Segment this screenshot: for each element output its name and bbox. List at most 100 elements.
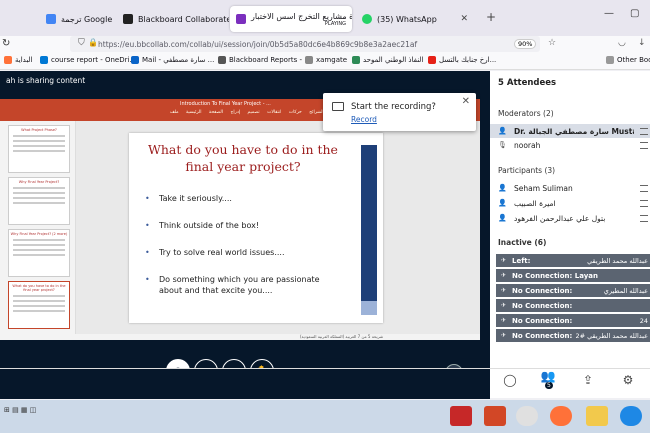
pocket-icon[interactable]: ◡	[618, 38, 626, 48]
chat-icon[interactable]: ◯	[500, 373, 520, 393]
sharing-label: ah is sharing content	[6, 76, 86, 85]
youtube-icon	[428, 56, 436, 64]
maximize-icon[interactable]: ▢	[630, 8, 639, 19]
close-icon[interactable]: ✕	[462, 96, 470, 107]
inactive-row[interactable]: ✈ No Connection: Layan	[496, 269, 650, 282]
inactive-row[interactable]: ✈ No Connection: 24	[496, 314, 650, 327]
slide-bullets: Take it seriously.... Think outside of t…	[145, 193, 345, 312]
chrome-icon[interactable]	[516, 406, 538, 426]
firefox-icon	[4, 56, 12, 64]
bookmark-item[interactable]: النفاذ الوطني الموحد	[352, 56, 423, 64]
attendee-row[interactable]: 👤 Seham Suliman	[490, 181, 650, 195]
slide-bullet: Try to solve real world issues....	[145, 247, 345, 258]
bookmark-item[interactable]: Blackboard Reports - ...	[218, 56, 311, 64]
new-tab-icon[interactable]: +	[486, 10, 496, 24]
slide-canvas: What do you have to do in the final year…	[76, 121, 480, 334]
share-content-icon[interactable]: ⇪	[578, 373, 598, 393]
disconnected-icon: ✈	[501, 257, 507, 264]
playing-label: PLAYING	[324, 20, 346, 27]
page-icon	[352, 56, 360, 64]
ppt-title: Introduction To Final Year Project - ...	[180, 101, 271, 107]
system-tray[interactable]: ⊞ ▤ ▦ ◫	[4, 406, 54, 426]
page-icon	[305, 56, 313, 64]
outlook-icon	[131, 56, 139, 64]
google-translate-icon	[46, 14, 56, 24]
slide-decor-bar	[361, 145, 377, 311]
bottom-strip: ◯ 👥 5 ⇪ ⚙	[0, 368, 650, 399]
attendees-heading: 5 Attendees	[498, 78, 557, 88]
recording-icon	[332, 102, 344, 111]
slide-decor-bar	[361, 301, 377, 315]
whatsapp-icon	[362, 14, 372, 24]
inactive-row[interactable]: ✈ No Connection: عبدالله محمد الطريقي #2	[496, 329, 650, 342]
tab-title: دورة مشاريع التخرج اسس الاختبار	[251, 11, 352, 21]
menu-icon[interactable]	[640, 199, 648, 207]
powerpoint-icon[interactable]	[484, 406, 506, 426]
reload-icon[interactable]: ↻	[2, 38, 10, 49]
menu-icon[interactable]	[640, 184, 648, 192]
inactive-heading: Inactive (6)	[498, 238, 547, 247]
bookmark-item[interactable]: xamgate	[305, 56, 347, 64]
moderators-heading: Moderators (2)	[498, 109, 554, 118]
internet-explorer-icon[interactable]	[620, 406, 642, 426]
onedrive-icon	[40, 56, 48, 64]
inactive-row[interactable]: ✈ No Connection:	[496, 299, 650, 312]
slide-thumbnail-selected: What do you have to do in the final year…	[8, 281, 70, 329]
record-prompt: Start the recording? Record ✕	[323, 93, 476, 131]
slide-title: What do you have to do in the final year…	[148, 142, 338, 174]
settings-gear-icon[interactable]: ⚙	[618, 373, 638, 393]
close-tab-icon[interactable]: ✕	[460, 14, 468, 24]
slide-thumbnails: What Project Phase? Why Final Year Proje…	[0, 121, 76, 334]
firefox-taskbar-icon[interactable]	[550, 406, 572, 426]
zoom-level[interactable]: 90%	[514, 39, 537, 49]
blackboard-icon	[218, 56, 226, 64]
minimize-icon[interactable]: —	[604, 8, 614, 19]
attendee-row[interactable]: 👤 بتول علي عبدالرحمن الفرهود	[490, 211, 650, 225]
tab-course-active[interactable]: دورة مشاريع التخرج اسس الاختبار PLAYING …	[230, 6, 352, 32]
participants-heading: Participants (3)	[498, 166, 556, 175]
tab-blackboard[interactable]: Blackboard Collaborate Ultra - ✕	[117, 6, 229, 32]
slide-thumbnail: Why Final Year Project?	[8, 177, 70, 225]
shared-powerpoint-window: Introduction To Final Year Project - ...…	[0, 99, 480, 340]
inactive-row[interactable]: ✈ No Connection: عبدالله المطيري	[496, 284, 650, 297]
current-slide: What do you have to do in the final year…	[129, 133, 383, 323]
url-bar[interactable]: ⛉ 🔒 https://eu.bbcollab.com/collab/ui/se…	[70, 36, 540, 52]
folder-icon	[606, 56, 614, 64]
shield-icon[interactable]: ⛉	[78, 38, 85, 48]
tab-google-translate[interactable]: ترجمة Google ✕	[40, 6, 115, 32]
menu-icon[interactable]	[640, 141, 648, 149]
attendee-row[interactable]: 🎙 noorah	[490, 138, 650, 152]
tab-bar: ترجمة Google ✕ Blackboard Collaborate Ul…	[0, 0, 650, 36]
close-tab-icon[interactable]: ✕	[351, 14, 352, 24]
attendee-row[interactable]: 👤 Dr. سارة مصطفي الجبالة Mustafa بابكر	[490, 124, 650, 138]
record-prompt-title: Start the recording?	[351, 102, 436, 112]
file-explorer-icon[interactable]	[586, 406, 608, 426]
attendees-count-badge: 5	[545, 382, 553, 389]
inactive-row[interactable]: ✈ Left: عبدالله محمد الطريقي	[496, 254, 650, 267]
bookmark-item[interactable]: course report - OneDri...	[40, 56, 136, 64]
ppt-status-bar: شريحة 5 من 7 العربية (المملكة العربية ال…	[0, 334, 480, 340]
slide-bullet: Do something which you are passionate ab…	[145, 274, 345, 296]
user-icon: 👤	[498, 184, 507, 192]
url-text: https://eu.bbcollab.com/collab/ui/sessio…	[98, 39, 418, 49]
bookmark-item[interactable]: Mail - سارة مصطفي ...	[131, 56, 214, 64]
user-icon: 👤	[498, 127, 507, 135]
slide-thumbnail: Why Final Year Project? (2 more)	[8, 229, 70, 277]
menu-icon[interactable]	[640, 127, 648, 135]
tab-whatsapp[interactable]: (35) WhatsApp ✕	[356, 6, 474, 32]
user-icon: 👤	[498, 214, 507, 222]
bookmark-item[interactable]: البداية	[4, 56, 33, 64]
download-icon[interactable]: ↓	[638, 38, 646, 48]
microphone-icon: 🎙	[498, 141, 507, 149]
acrobat-icon[interactable]	[450, 406, 472, 426]
other-bookmarks[interactable]: Other Bookm	[606, 56, 650, 64]
bookmark-item[interactable]: ارخ جنابك بالتسل...	[428, 56, 496, 64]
bookmarks-bar: البداية course report - OneDri... Mail -…	[0, 52, 650, 70]
menu-icon[interactable]	[640, 214, 648, 222]
nav-bar: ↻ ⛉ 🔒 https://eu.bbcollab.com/collab/ui/…	[0, 36, 650, 52]
attendee-row[interactable]: 👤 اميرة الصبيب	[490, 196, 650, 210]
bookmark-star-icon[interactable]: ☆	[548, 38, 556, 48]
disconnected-icon: ✈	[501, 287, 507, 294]
record-link[interactable]: Record	[351, 115, 377, 124]
slide-bullet: Think outside of the box!	[145, 220, 345, 231]
